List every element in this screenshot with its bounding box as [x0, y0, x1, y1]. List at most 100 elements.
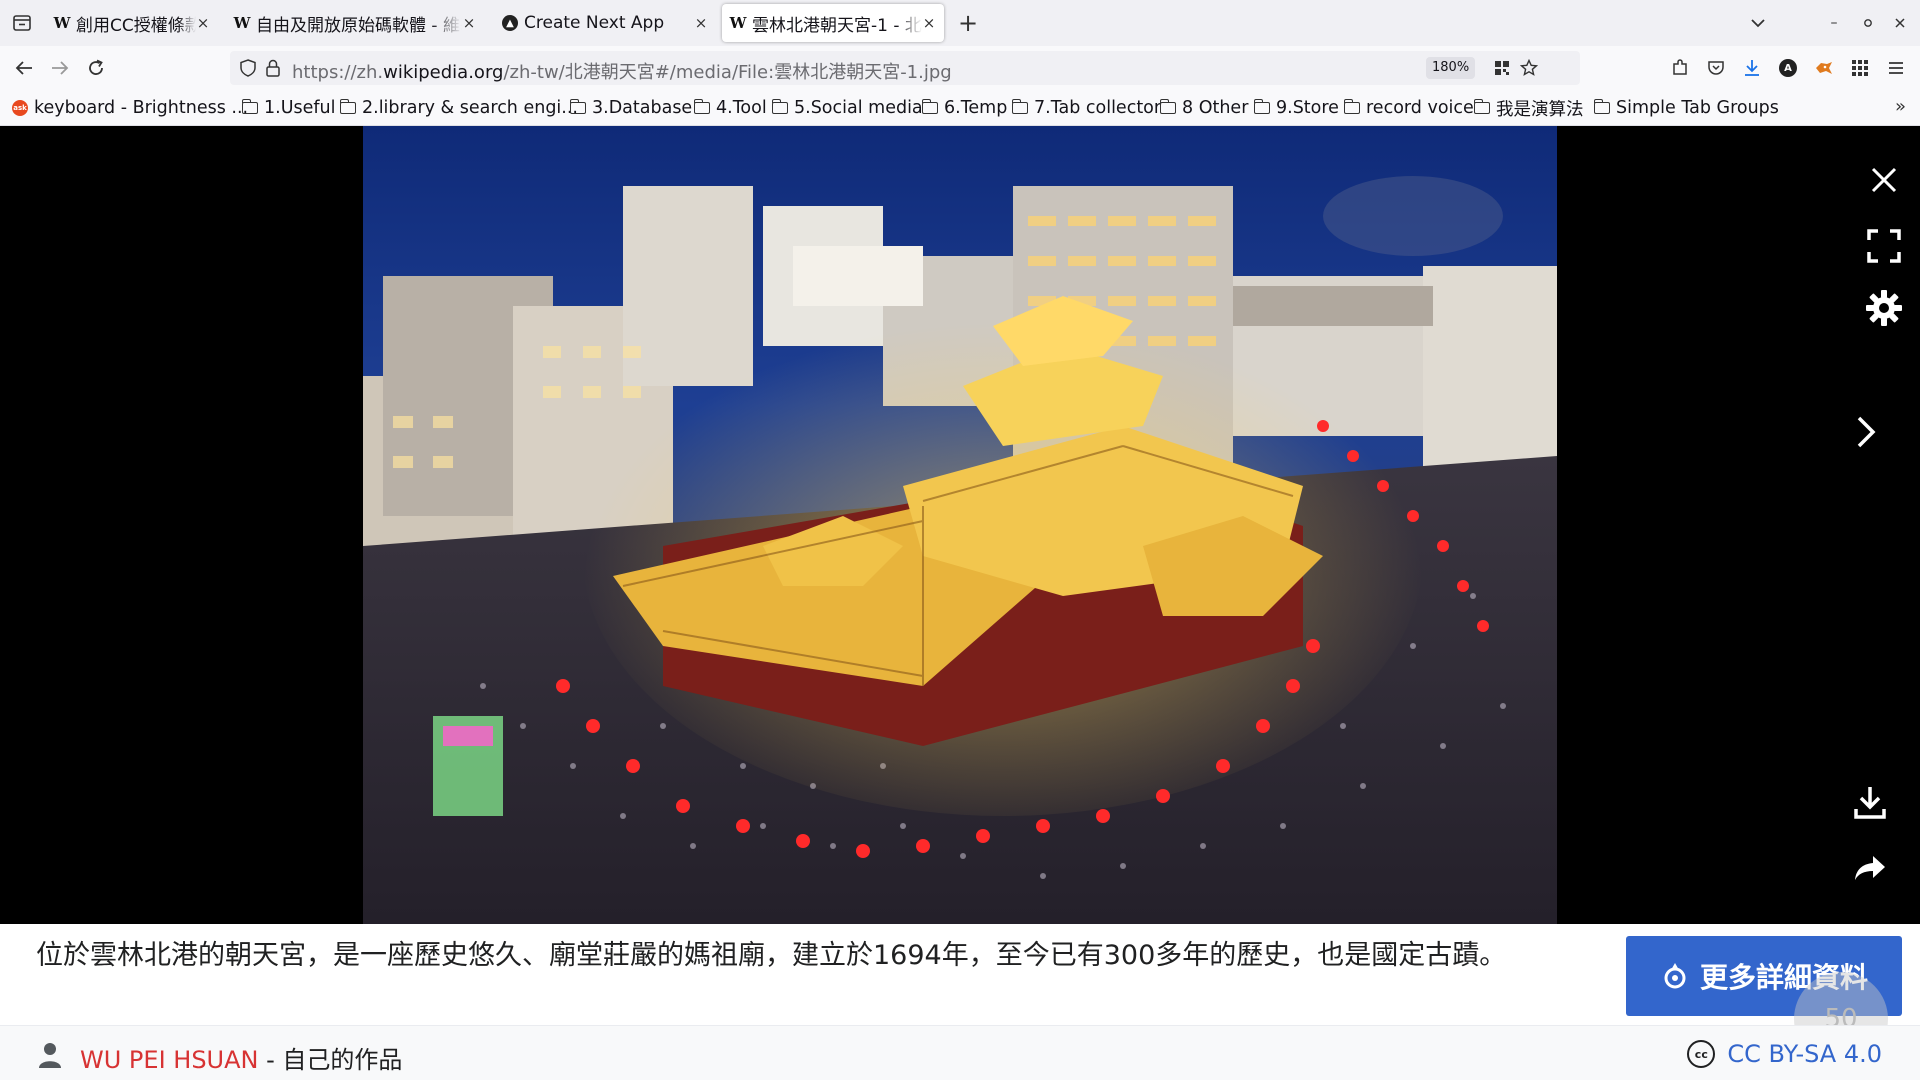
- bookmark-label: 7.Tab collector: [1034, 98, 1162, 118]
- apps-grid-button[interactable]: [1846, 54, 1874, 82]
- bookmark-folder-other[interactable]: 8 Other: [1159, 96, 1248, 120]
- settings-button[interactable]: [1862, 286, 1906, 330]
- chevron-right-icon: [1857, 416, 1876, 448]
- wikipedia-w-icon: W: [729, 14, 747, 32]
- bookmark-folder-algorithm[interactable]: 我是演算法: [1473, 96, 1584, 120]
- arrow-right-icon: [52, 61, 69, 75]
- close-window-button[interactable]: [1888, 10, 1912, 36]
- share-arrow-icon: [1855, 856, 1885, 880]
- pocket-button[interactable]: [1702, 54, 1730, 82]
- close-icon: [1895, 18, 1905, 28]
- tab-title: 創用CC授權條款 - 維基百科，自由的百科全書: [76, 15, 196, 36]
- bookmark-folder-simple-tab-groups[interactable]: Simple Tab Groups: [1593, 96, 1779, 120]
- bookmark-folder-library[interactable]: 2.library & search engi...: [339, 96, 578, 120]
- wikipedia-w-icon: W: [53, 14, 71, 32]
- tab-create-next-app[interactable]: ▲ Create Next App ×: [494, 4, 716, 42]
- folder-icon: [569, 99, 586, 114]
- license-link[interactable]: cc CC BY-SA 4.0: [1687, 1040, 1882, 1068]
- tab-beigang-temple[interactable]: W 雲林北港朝天宮-1 - 北港朝天宮 ×: [722, 4, 944, 42]
- browser-window: W 創用CC授權條款 - 維基百科，自由的百科全書 × W 自由及開放原始碼軟體…: [0, 0, 1920, 1080]
- folder-icon: [1473, 99, 1490, 114]
- folder-icon: [339, 99, 356, 114]
- lock-icon[interactable]: [266, 59, 280, 77]
- bookmark-label: 我是演算法: [1496, 99, 1584, 120]
- tab-overview-button[interactable]: [8, 9, 36, 37]
- wikipedia-w-icon: W: [233, 14, 251, 32]
- folder-icon: [1011, 99, 1028, 114]
- bookmark-folder-tool[interactable]: 4.Tool: [693, 96, 767, 120]
- creative-commons-icon: cc: [1687, 1040, 1716, 1068]
- download-button[interactable]: [1848, 780, 1892, 824]
- folder-icon: [1159, 99, 1176, 114]
- navigation-toolbar: https://zh.wikipedia.org/zh-tw/北港朝天宮#/me…: [0, 46, 1920, 90]
- qr-code-icon[interactable]: [1494, 60, 1510, 76]
- new-tab-button[interactable]: +: [954, 9, 982, 37]
- bookmark-folder-record-voice[interactable]: record voice: [1343, 96, 1474, 120]
- bookmark-label: 3.Database: [592, 98, 693, 118]
- credit-bar: WU PEI HSUAN - 自己的作品 cc CC BY-SA 4.0: [0, 1025, 1920, 1080]
- bookmark-folder-tab-collector[interactable]: 7.Tab collector: [1011, 96, 1162, 120]
- folder-icon: [1253, 99, 1270, 114]
- folder-icon: [921, 99, 938, 114]
- bookmark-label: 6.Temp: [944, 98, 1008, 118]
- bookmark-folder-useful[interactable]: 1.Useful: [241, 96, 336, 120]
- bookmark-label: keyboard - Brightness ...: [34, 98, 249, 118]
- fullscreen-button[interactable]: [1862, 224, 1906, 268]
- folder-icon: [693, 99, 710, 114]
- tab-close-icon[interactable]: ×: [694, 14, 708, 32]
- list-all-tabs-button[interactable]: [1746, 10, 1770, 36]
- bookmark-folder-store[interactable]: 9.Store: [1253, 96, 1339, 120]
- restore-icon: [1864, 19, 1872, 27]
- url-path: /zh-tw/北港朝天宮#/media/File:雲林北港朝天宮-1.jpg: [503, 62, 952, 83]
- extension-icon[interactable]: [1666, 54, 1694, 82]
- extension-fox-button[interactable]: [1810, 54, 1838, 82]
- image-caption-panel: 位於雲林北港的朝天宮，是一座歷史悠久、廟堂莊嚴的媽祖廟，建立於1694年，至今已…: [0, 924, 1920, 1066]
- tab-close-icon[interactable]: ×: [196, 14, 210, 32]
- temple-photo-illustration: [363, 126, 1557, 924]
- bookmark-folder-database[interactable]: 3.Database: [569, 96, 693, 120]
- app-logo-icon: ▲: [502, 15, 518, 31]
- downloads-button[interactable]: [1738, 54, 1766, 82]
- bookmarks-overflow-chevron-icon[interactable]: »: [1895, 96, 1906, 117]
- tab-close-icon[interactable]: ×: [922, 14, 936, 32]
- url-domain: wikipedia.org: [383, 62, 504, 83]
- bookmark-label: Simple Tab Groups: [1616, 98, 1779, 118]
- folder-icon: [241, 99, 258, 114]
- zoom-level-badge[interactable]: 180%: [1426, 57, 1476, 79]
- tab-title: 雲林北港朝天宮-1 - 北港朝天宮: [752, 15, 922, 36]
- license-label: CC BY-SA 4.0: [1727, 1040, 1882, 1068]
- close-viewer-button[interactable]: [1862, 158, 1906, 202]
- tab-close-icon[interactable]: ×: [462, 14, 476, 32]
- share-button[interactable]: [1848, 846, 1892, 890]
- tab-cc-license[interactable]: W 創用CC授權條款 - 維基百科，自由的百科全書 ×: [46, 4, 218, 42]
- minimize-button[interactable]: –: [1822, 10, 1846, 36]
- author-link[interactable]: WU PEI HSUAN: [80, 1046, 259, 1074]
- tab-title: 自由及開放原始碼軟體 - 維基百科: [256, 15, 462, 36]
- reload-button[interactable]: [82, 54, 110, 82]
- forward-button[interactable]: [46, 54, 74, 82]
- account-avatar-icon: A: [1779, 59, 1797, 77]
- bookmark-keyboard-brightness[interactable]: ask keyboard - Brightness ...: [12, 96, 248, 120]
- bookmark-label: record voice: [1366, 98, 1474, 118]
- bookmark-star-icon[interactable]: [1520, 59, 1538, 77]
- restore-button[interactable]: [1856, 10, 1880, 36]
- download-arrow-icon: [1745, 60, 1759, 76]
- url-text[interactable]: https://zh.wikipedia.org/zh-tw/北港朝天宮#/me…: [292, 58, 952, 84]
- folder-icon: [1593, 99, 1610, 114]
- bookmark-folder-social-media[interactable]: 5.Social media: [771, 96, 923, 120]
- bookmark-folder-temp[interactable]: 6.Temp: [921, 96, 1008, 120]
- extension-puzzle-icon: [1673, 59, 1687, 75]
- chevron-down-icon: [1751, 18, 1765, 27]
- app-menu-button[interactable]: [1882, 54, 1910, 82]
- hamburger-menu-icon: [1889, 62, 1903, 74]
- tracking-protection-shield-icon[interactable]: [240, 59, 256, 77]
- wikimedia-commons-icon: [1664, 963, 1686, 989]
- back-button[interactable]: [10, 54, 38, 82]
- address-bar[interactable]: https://zh.wikipedia.org/zh-tw/北港朝天宮#/me…: [230, 51, 1580, 85]
- fox-extension-icon: [1816, 62, 1832, 74]
- close-icon: [1871, 167, 1897, 193]
- account-button[interactable]: A: [1774, 54, 1802, 82]
- pocket-icon: [1708, 61, 1724, 75]
- next-image-button[interactable]: [1844, 410, 1888, 454]
- tab-foss[interactable]: W 自由及開放原始碼軟體 - 維基百科 ×: [226, 4, 484, 42]
